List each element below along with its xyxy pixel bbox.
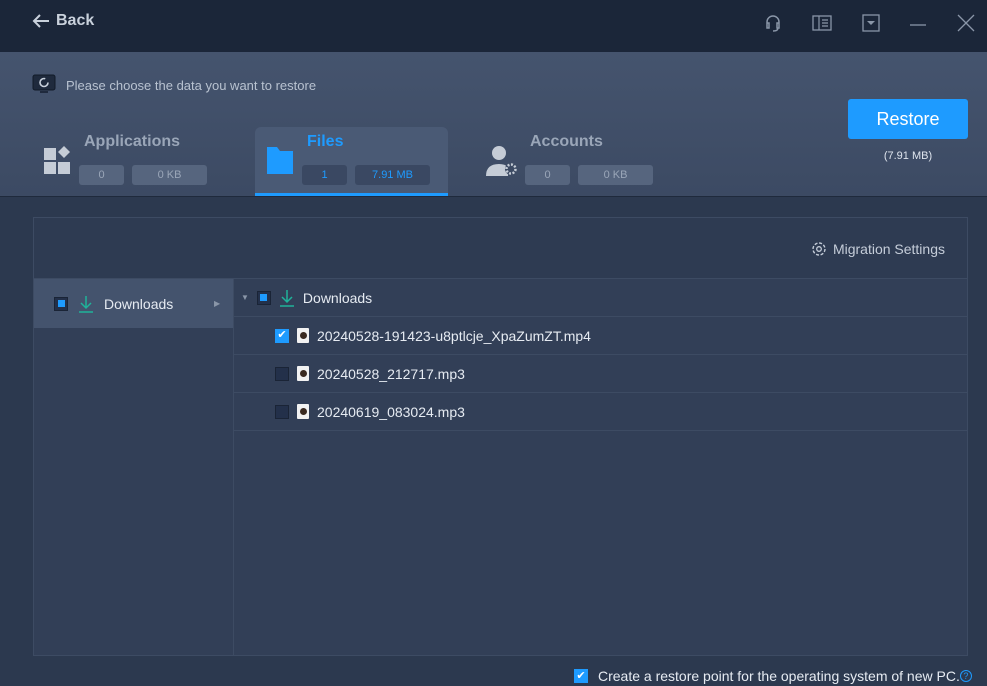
applications-icon — [44, 146, 70, 174]
folder-row[interactable]: ▼ Downloads — [234, 279, 967, 317]
file-checkbox-checked[interactable]: ✔ — [275, 328, 289, 343]
folder-name: Downloads — [302, 289, 373, 306]
file-name: 20240619_083024.mp3 — [317, 403, 465, 420]
item-count: 0 — [79, 165, 124, 185]
item-count: 0 — [525, 165, 570, 185]
file-row[interactable]: 20240619_083024.mp3 — [234, 393, 967, 431]
file-name: 20240528_212717.mp3 — [317, 365, 465, 382]
item-size: 7.91 MB — [355, 165, 430, 185]
file-checkbox[interactable] — [275, 404, 289, 419]
tab-applications[interactable]: Applications 0 0 KB — [32, 127, 232, 196]
media-file-icon — [297, 328, 309, 343]
tab-files[interactable]: Files 1 7.91 MB — [255, 127, 448, 196]
folder-checkbox[interactable] — [54, 296, 68, 311]
download-icon — [279, 289, 294, 307]
tab-label: Applications — [84, 133, 181, 150]
download-icon — [79, 295, 93, 313]
chevron-right-icon: ▶ — [214, 299, 221, 308]
back-label: Back — [56, 12, 95, 29]
restore-button[interactable]: Restore — [848, 99, 968, 139]
folder-checkbox[interactable] — [256, 290, 271, 305]
migration-settings-button[interactable]: Migration Settings — [811, 241, 945, 257]
headset-icon[interactable] — [763, 13, 783, 33]
media-file-icon — [297, 404, 309, 419]
restore-point-checkbox[interactable]: ✔ — [574, 669, 588, 683]
folder-item-downloads[interactable]: Downloads ▶ — [34, 279, 233, 328]
file-panel: Migration Settings Downloads ▶ ▼ Downloa… — [33, 217, 968, 656]
chevron-down-icon[interactable]: ▼ — [241, 293, 249, 302]
migration-settings-label: Migration Settings — [832, 241, 945, 257]
hint-text: Please choose the data you want to resto… — [66, 77, 317, 93]
item-size: 0 KB — [132, 165, 207, 185]
folder-icon — [267, 147, 293, 174]
dropdown-menu-icon[interactable] — [861, 13, 881, 33]
arrow-left-icon — [32, 14, 49, 28]
data-selection-header: Please choose the data you want to resto… — [0, 52, 987, 196]
help-icon[interactable]: ? — [959, 670, 972, 682]
restore-point-option: ✔ Create a restore point for the operati… — [574, 668, 972, 684]
divider — [0, 196, 987, 197]
file-list: ▼ Downloads ✔ 20240528-191423-u8ptlcje_X… — [234, 279, 967, 655]
restore-size: (7.91 MB) — [883, 150, 933, 162]
minimize-icon[interactable] — [908, 13, 928, 33]
folder-label: Downloads — [104, 295, 174, 312]
file-row[interactable]: ✔ 20240528-191423-u8ptlcje_XpaZumZT.mp4 — [234, 317, 967, 355]
item-count: 1 — [302, 165, 347, 185]
media-file-icon — [297, 366, 309, 381]
hint: Please choose the data you want to resto… — [32, 74, 316, 96]
tab-label: Accounts — [530, 133, 603, 150]
tab-accounts[interactable]: Accounts 0 0 KB — [478, 127, 678, 196]
account-settings-icon — [486, 146, 517, 176]
restore-monitor-icon — [32, 74, 56, 93]
title-bar: Back — [0, 0, 987, 52]
close-icon[interactable] — [956, 13, 976, 33]
folder-list: Downloads ▶ — [34, 279, 234, 655]
manual-icon[interactable] — [812, 13, 832, 33]
file-checkbox[interactable] — [275, 366, 289, 381]
item-size: 0 KB — [578, 165, 653, 185]
restore-point-label: Create a restore point for the operating… — [598, 668, 960, 684]
file-name: 20240528-191423-u8ptlcje_XpaZumZT.mp4 — [317, 327, 591, 344]
file-row[interactable]: 20240528_212717.mp3 — [234, 355, 967, 393]
tab-label: Files — [307, 133, 344, 150]
gear-icon — [812, 242, 826, 256]
panel-header: Migration Settings — [34, 218, 967, 279]
back-button[interactable]: Back — [32, 12, 94, 30]
